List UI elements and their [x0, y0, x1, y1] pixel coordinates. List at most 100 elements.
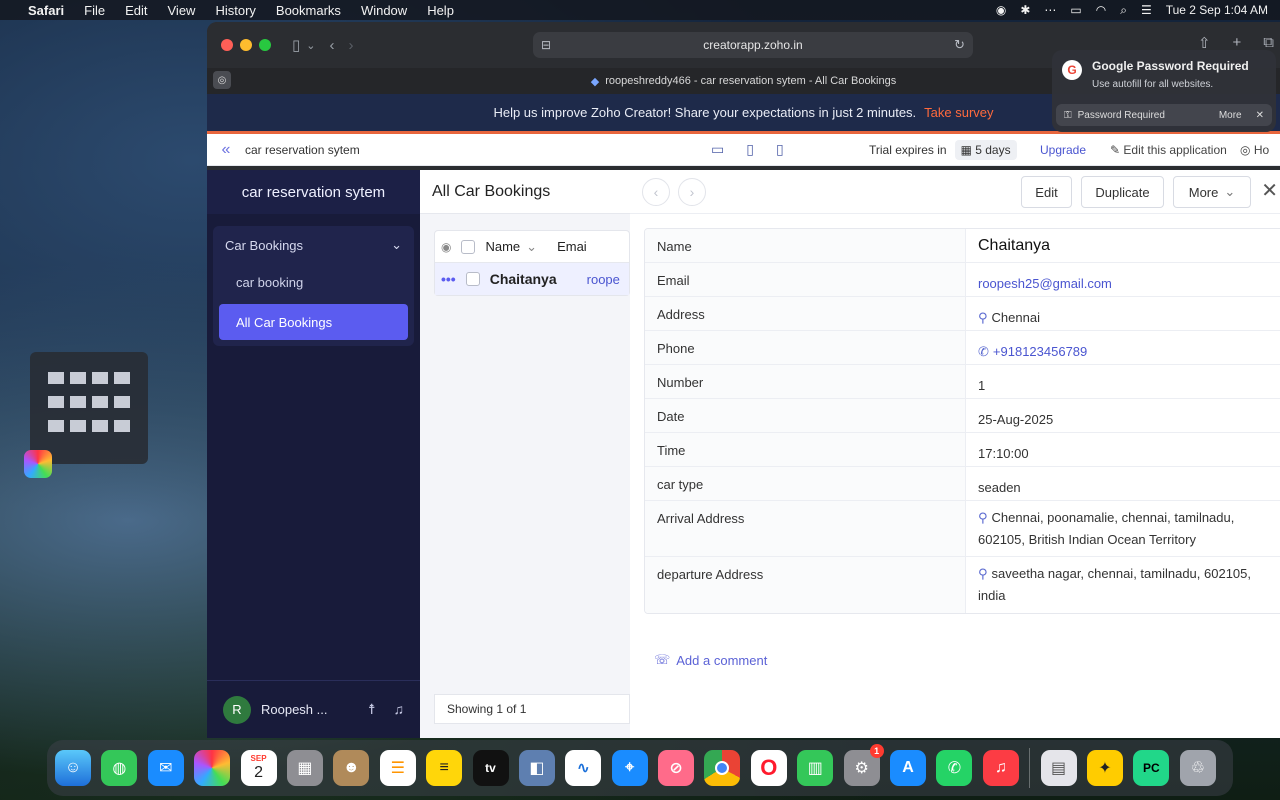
- sidebar-item-all-car-bookings[interactable]: All Car Bookings: [219, 304, 408, 340]
- sort-chevron-icon[interactable]: ⌄: [526, 239, 537, 255]
- field-label: Email: [645, 263, 966, 296]
- field-label: Time: [645, 433, 966, 466]
- sidebar-group-header[interactable]: Car Bookings ⌄: [213, 230, 414, 260]
- accessibility-icon[interactable]: ☨: [368, 701, 376, 718]
- chevron-down-icon[interactable]: ⌄: [306, 39, 315, 52]
- screen-record-icon[interactable]: ◉: [996, 3, 1006, 17]
- close-window-button[interactable]: [221, 39, 233, 51]
- control-icon[interactable]: ⋯: [1044, 3, 1056, 17]
- menu-help[interactable]: Help: [427, 3, 454, 18]
- search-icon[interactable]: ⌕: [1120, 3, 1127, 18]
- desktop-view-icon[interactable]: ▭: [711, 141, 724, 158]
- trash-icon[interactable]: ♲: [1179, 750, 1216, 786]
- zoom-window-button[interactable]: [259, 39, 271, 51]
- bluetooth-icon[interactable]: ✱: [1020, 3, 1030, 17]
- upgrade-link[interactable]: Upgrade: [1040, 143, 1086, 157]
- control-center-icon[interactable]: ☰: [1141, 3, 1152, 17]
- field-value-car-type: seaden: [978, 480, 1021, 495]
- tab-title[interactable]: roopeshreddy466 - car reservation sytem …: [605, 75, 896, 87]
- arrival-address-text: Chennai, poonamalie, chennai, tamilnadu,…: [978, 510, 1235, 547]
- table-row[interactable]: ••• Chaitanya roope: [435, 263, 629, 295]
- photos-icon[interactable]: [194, 750, 231, 786]
- row-checkbox[interactable]: [465, 272, 480, 286]
- next-record-button[interactable]: ›: [678, 178, 706, 206]
- collapse-nav-icon[interactable]: «: [207, 141, 245, 159]
- record-fields: Name Chaitanya Email roopesh25@gmail.com…: [644, 228, 1280, 614]
- opera-icon[interactable]: O: [750, 750, 787, 786]
- field-value-email[interactable]: roopesh25@gmail.com: [966, 263, 1280, 296]
- eye-icon[interactable]: ◉: [441, 240, 451, 254]
- trial-days: 5 days: [975, 142, 1011, 157]
- home-button[interactable]: ◎ Ho: [1240, 143, 1269, 157]
- document-icon[interactable]: ▤: [1040, 750, 1077, 786]
- close-icon[interactable]: ✕: [1256, 110, 1264, 121]
- column-header-name[interactable]: Name: [485, 239, 520, 254]
- mail-icon[interactable]: ✉: [147, 750, 184, 786]
- menu-edit[interactable]: Edit: [125, 3, 147, 18]
- site-settings-icon[interactable]: ⊟: [541, 38, 551, 52]
- duplicate-button[interactable]: Duplicate: [1081, 176, 1164, 208]
- freeform-icon[interactable]: ∿: [565, 750, 602, 786]
- menu-view[interactable]: View: [168, 3, 196, 18]
- sidebar-item-car-booking[interactable]: car booking: [219, 264, 408, 300]
- battery-icon[interactable]: ▭: [1070, 3, 1081, 17]
- mobile-view-icon[interactable]: ▯: [776, 141, 784, 158]
- screen-time-icon[interactable]: ⊘: [658, 750, 695, 786]
- apple-tv-icon[interactable]: tv: [472, 750, 509, 786]
- reminders-icon[interactable]: ☰: [379, 750, 416, 786]
- calculator-icon[interactable]: ▦: [286, 750, 323, 786]
- close-icon[interactable]: ✕: [1261, 178, 1278, 203]
- photos-app-icon[interactable]: [24, 450, 52, 478]
- preview-icon[interactable]: ◧: [518, 750, 555, 786]
- column-header-email[interactable]: Emai: [557, 239, 587, 254]
- calendar-icon[interactable]: SEP 2: [240, 750, 277, 786]
- url-bar[interactable]: ⊟ creatorapp.zoho.in ↻: [533, 32, 973, 58]
- safari-icon[interactable]: ⌖: [611, 750, 648, 786]
- globe-icon: ◎: [1240, 142, 1254, 157]
- menu-app-name[interactable]: Safari: [28, 3, 64, 18]
- pycharm-icon[interactable]: PC: [1133, 750, 1170, 786]
- contacts-icon[interactable]: ☻: [333, 750, 370, 786]
- forward-icon[interactable]: ›: [348, 37, 353, 54]
- pinned-tab-icon[interactable]: ◎: [213, 71, 231, 89]
- select-all-checkbox[interactable]: [461, 239, 476, 254]
- whatsapp-icon[interactable]: ✆: [936, 750, 973, 786]
- take-survey-link[interactable]: Take survey: [924, 105, 993, 120]
- calendar-day: 2: [254, 764, 264, 781]
- edit-application-button[interactable]: ✎ Edit this application: [1110, 143, 1227, 157]
- previous-record-button[interactable]: ‹: [642, 178, 670, 206]
- wifi-icon[interactable]: ◠: [1096, 3, 1106, 17]
- notes-icon[interactable]: ≡: [426, 750, 463, 786]
- tablet-view-icon[interactable]: ▯: [746, 141, 754, 158]
- field-value-phone[interactable]: ✆ +918123456789: [966, 331, 1280, 364]
- menu-window[interactable]: Window: [361, 3, 407, 18]
- minimize-window-button[interactable]: [240, 39, 252, 51]
- chrome-icon[interactable]: [704, 750, 741, 786]
- system-settings-icon[interactable]: ⚙ 1: [843, 744, 884, 786]
- reload-icon[interactable]: ↻: [954, 37, 965, 53]
- music-icon[interactable]: ♫: [982, 750, 1019, 786]
- menu-file[interactable]: File: [84, 3, 105, 18]
- edit-button[interactable]: Edit: [1021, 176, 1072, 208]
- app-store-icon[interactable]: A: [890, 750, 927, 786]
- apple-tv-label: tv: [485, 761, 496, 775]
- user-profile[interactable]: R Roopesh ... ☨ ♫: [207, 680, 420, 738]
- field-value-name: Chaitanya: [978, 237, 1051, 254]
- bell-icon[interactable]: ♫: [394, 701, 405, 718]
- back-icon[interactable]: ‹: [329, 37, 334, 54]
- more-button[interactable]: More ⌄: [1173, 176, 1251, 208]
- messages-icon[interactable]: ◍: [101, 750, 138, 786]
- clock[interactable]: Tue 2 Sep 1:04 AM: [1166, 3, 1268, 17]
- tips-icon[interactable]: ✦: [1086, 750, 1123, 786]
- row-menu-icon[interactable]: •••: [441, 271, 456, 287]
- finder-icon[interactable]: ☺: [55, 750, 91, 786]
- sidebar-toggle-icon[interactable]: ▯: [292, 36, 300, 54]
- photos-window-thumbnail[interactable]: [30, 352, 148, 464]
- numbers-icon[interactable]: ▥: [797, 750, 834, 786]
- notification-more-button[interactable]: More: [1219, 110, 1242, 121]
- menu-history[interactable]: History: [215, 3, 255, 18]
- password-notification[interactable]: G Google Password Required Use autofill …: [1052, 50, 1276, 132]
- field-label: Name: [645, 229, 966, 262]
- menu-bookmarks[interactable]: Bookmarks: [276, 3, 341, 18]
- add-comment-button[interactable]: ☏ Add a comment: [654, 652, 767, 668]
